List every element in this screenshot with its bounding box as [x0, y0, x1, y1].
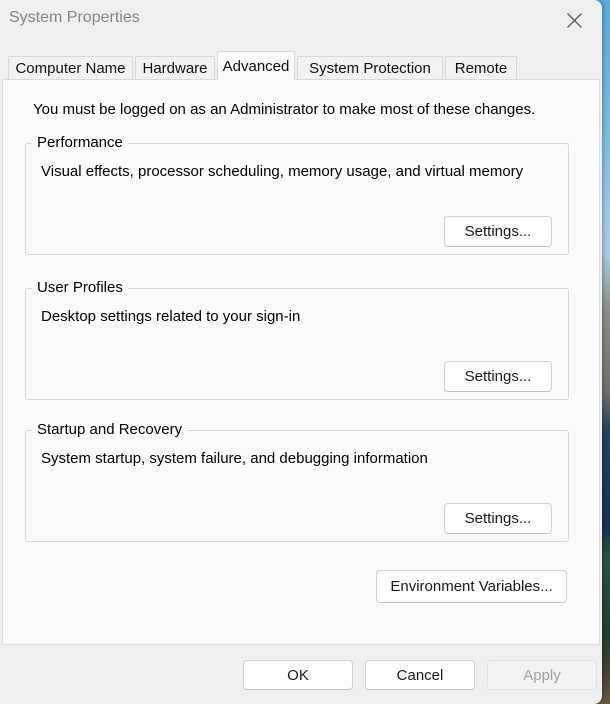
group-user-profiles: User Profiles Desktop settings related t… [25, 279, 569, 400]
group-user-profiles-description: Desktop settings related to your sign-in [41, 308, 301, 325]
group-startup-recovery-description: System startup, system failure, and debu… [41, 450, 428, 467]
tab-computer-name[interactable]: Computer Name [8, 56, 133, 80]
group-performance-title: Performance [32, 134, 128, 151]
tab-system-protection[interactable]: System Protection [297, 56, 443, 80]
ok-button[interactable]: OK [243, 660, 353, 690]
group-startup-recovery: Startup and Recovery System startup, sys… [25, 421, 569, 542]
group-startup-recovery-title: Startup and Recovery [32, 421, 188, 438]
window-title: System Properties [9, 9, 140, 26]
tab-strip: Computer Name Hardware Advanced System P… [8, 51, 519, 80]
group-user-profiles-title: User Profiles [32, 279, 128, 296]
tab-remote[interactable]: Remote [445, 56, 517, 80]
admin-notice: You must be logged on as an Administrato… [33, 101, 536, 118]
close-icon [566, 12, 582, 28]
performance-settings-button[interactable]: Settings... [444, 216, 552, 247]
system-properties-dialog: System Properties Computer Name Hardware… [0, 0, 602, 704]
cancel-button[interactable]: Cancel [365, 660, 475, 690]
apply-button[interactable]: Apply [487, 660, 597, 690]
tab-advanced[interactable]: Advanced [217, 51, 295, 80]
advanced-tab-page: You must be logged on as an Administrato… [2, 79, 600, 645]
group-performance-description: Visual effects, processor scheduling, me… [41, 163, 524, 180]
environment-variables-button[interactable]: Environment Variables... [376, 570, 567, 603]
close-button[interactable] [553, 4, 595, 36]
user-profiles-settings-button[interactable]: Settings... [444, 361, 552, 392]
startup-recovery-settings-button[interactable]: Settings... [444, 503, 552, 534]
group-performance: Performance Visual effects, processor sc… [25, 134, 569, 255]
tab-hardware[interactable]: Hardware [135, 56, 215, 80]
